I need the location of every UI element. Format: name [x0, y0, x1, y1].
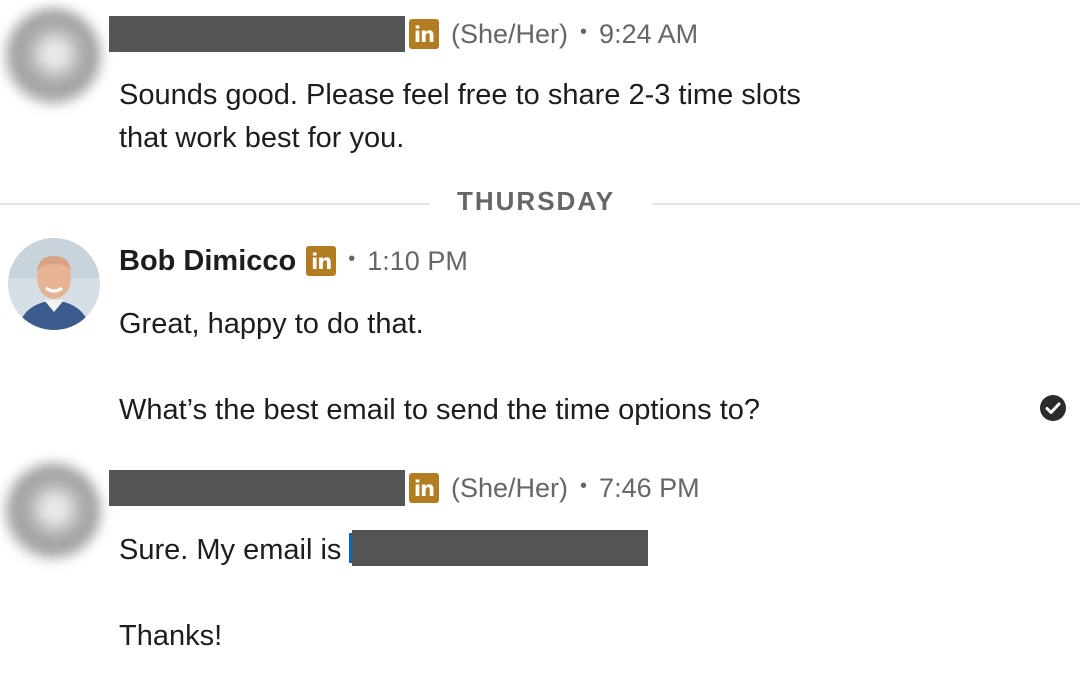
- separator-dot: •: [580, 474, 588, 497]
- avatar-photo: [8, 238, 100, 330]
- message-header: in (She/Her) • 7:46 PM: [109, 468, 700, 508]
- message-time: 1:10 PM: [367, 245, 468, 276]
- separator-dot: •: [580, 20, 588, 43]
- message-header: in (She/Her) • 9:24 AM: [109, 14, 698, 54]
- message-line: Sure. My email is: [119, 534, 342, 566]
- pronouns: (She/Her): [451, 472, 569, 503]
- message-body: Sure. My email is Thanks!: [119, 529, 649, 658]
- divider-line-right: [652, 203, 1080, 205]
- message-line: that work best for you.: [119, 122, 405, 154]
- sender-name[interactable]: Bob Dimicco: [119, 245, 296, 278]
- avatar[interactable]: [5, 8, 101, 104]
- redacted-sender-name: [109, 16, 405, 52]
- pronouns: (She/Her): [451, 18, 569, 49]
- message-time: 9:24 AM: [599, 18, 699, 49]
- avatar[interactable]: [5, 463, 101, 559]
- message-line: Thanks!: [119, 620, 223, 652]
- message-line: Sounds good. Please feel free to share 2…: [119, 79, 801, 111]
- message-header: Bob Dimicco in • 1:10 PM: [119, 241, 468, 281]
- day-divider: THURSDAY: [0, 186, 1080, 220]
- linkedin-icon: in: [409, 473, 439, 503]
- message-group-1: in (She/Her) • 9:24 AM Sounds good. Plea…: [0, 0, 1080, 170]
- message-group-2: Bob Dimicco in • 1:10 PM Great, happy to…: [0, 230, 1080, 440]
- read-receipt-check-icon: [1040, 395, 1066, 421]
- message-time: 7:46 PM: [599, 472, 700, 503]
- message-line: Great, happy to do that.: [119, 308, 424, 340]
- message-line-email: Sure. My email is: [119, 529, 649, 572]
- linkedin-icon: in: [409, 19, 439, 49]
- message-body: Sounds good. Please feel free to share 2…: [119, 74, 801, 160]
- message-group-3: in (She/Her) • 7:46 PM Sure. My email is…: [0, 455, 1080, 676]
- separator-dot: •: [348, 247, 356, 270]
- avatar[interactable]: [8, 238, 100, 330]
- linkedin-icon: in: [306, 246, 337, 276]
- divider-line-left: [0, 203, 430, 205]
- redacted-sender-name: [109, 470, 405, 506]
- message-line: What’s the best email to send the time o…: [119, 394, 761, 426]
- message-body: Great, happy to do that. What’s the best…: [119, 303, 760, 432]
- day-divider-label: THURSDAY: [457, 186, 616, 216]
- redacted-email: [352, 530, 649, 567]
